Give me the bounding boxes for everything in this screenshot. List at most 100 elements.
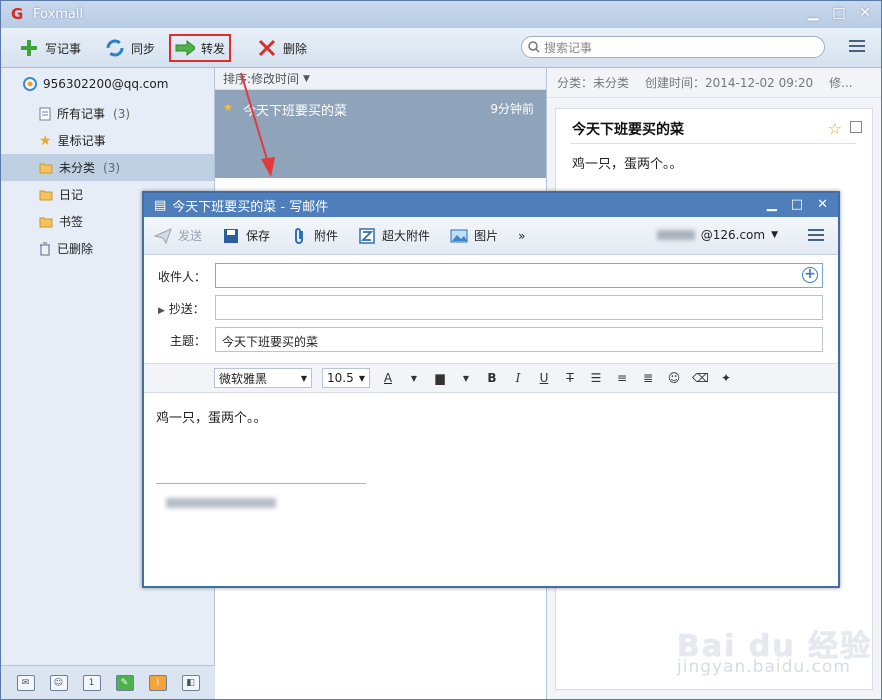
numbered-list-icon[interactable]: ≡	[614, 371, 630, 385]
main-menu-icon[interactable]	[849, 40, 865, 54]
preview-title: 今天下班要买的菜	[572, 122, 684, 138]
close-button[interactable]: ✕	[817, 197, 828, 212]
compose-body-editor[interactable]: 鸡一只，蛋两个。。	[144, 393, 838, 573]
sidebar-item-label: 书签	[59, 215, 84, 229]
search-placeholder: 搜索记事	[544, 40, 593, 55]
compose-title: 今天下班要买的菜 - 写邮件	[172, 199, 329, 215]
sidebar-item-starred[interactable]: ★ 星标记事	[1, 127, 214, 154]
account-item[interactable]: 956302200@qq.com	[1, 68, 214, 100]
sidebar-item-count: (3)	[113, 106, 131, 121]
search-input[interactable]: 搜索记事	[521, 36, 825, 58]
image-button[interactable]: 图片	[450, 227, 498, 245]
align-icon[interactable]: ≣	[640, 371, 656, 385]
to-label: 收件人：	[158, 270, 207, 284]
image-label: 图片	[474, 229, 499, 243]
forward-button[interactable]: 转发	[169, 34, 232, 62]
feature-module-icon[interactable]: ◧	[181, 674, 200, 691]
document-icon: ▤	[154, 197, 167, 213]
plus-icon	[19, 38, 39, 58]
emoji-icon[interactable]: ☺	[666, 371, 682, 385]
sender-name-redacted	[656, 230, 695, 240]
sender-domain: @126.com	[700, 228, 766, 242]
compose-toolbar: 发送 保存 附件 超大附件 图片 » @126.com ▼	[144, 217, 838, 255]
chevron-down-icon[interactable]: ▼	[406, 374, 422, 383]
mail-module-icon[interactable]: ✉	[16, 674, 35, 691]
save-button[interactable]: 保存	[222, 227, 270, 245]
preview-more: 修...	[829, 76, 853, 90]
chevron-down-icon[interactable]: ▼	[458, 374, 474, 383]
clear-format-icon[interactable]: ⌫	[692, 371, 709, 385]
sender-account-dropdown[interactable]: @126.com ▼	[656, 228, 778, 242]
delete-button[interactable]: 删除	[257, 35, 307, 61]
more-tools-button[interactable]: »	[518, 229, 525, 243]
sync-icon	[105, 38, 125, 58]
divider	[570, 143, 856, 144]
notes-module-icon[interactable]: ✎	[115, 674, 134, 691]
compose-menu-icon[interactable]	[808, 229, 824, 243]
big-attach-button[interactable]: 超大附件	[358, 227, 430, 245]
highlight-color-icon[interactable]: ▆	[432, 371, 448, 385]
foxmail-window: G Foxmail ▁ □ ✕ 写记事 同步 转发 删除 搜索记事 956302…	[0, 0, 882, 700]
contacts-module-icon[interactable]: ☺	[49, 674, 68, 691]
subject-label: 主题：	[170, 334, 207, 348]
star-icon[interactable]: ☆	[828, 119, 842, 138]
font-size-select[interactable]: 10.5 ▼	[322, 368, 370, 388]
trash-icon	[40, 242, 50, 255]
compose-title-bar: ▤ 今天下班要买的菜 - 写邮件 ▁ □ ✕	[144, 193, 838, 217]
cc-label[interactable]: ▶ 抄送：	[158, 300, 205, 317]
sidebar-item-all-notes[interactable]: 所有记事 (3)	[1, 100, 214, 127]
compose-body-text: 鸡一只，蛋两个。。	[156, 411, 267, 426]
strikethrough-icon[interactable]: T	[562, 371, 578, 385]
send-plane-icon	[154, 227, 172, 245]
send-button[interactable]: 发送	[154, 227, 202, 245]
minimize-button[interactable]: ▁	[805, 5, 821, 21]
forward-arrow-icon	[175, 38, 195, 58]
compose-window: ▤ 今天下班要买的菜 - 写邮件 ▁ □ ✕ 发送 保存 附件 超大附件 图片 …	[142, 191, 840, 588]
sidebar-item-label: 已删除	[57, 242, 94, 256]
floppy-icon	[222, 227, 240, 245]
cc-field[interactable]	[215, 295, 823, 320]
bold-icon[interactable]: B	[484, 371, 500, 385]
subject-row: 主题： 今天下班要买的菜	[144, 323, 838, 355]
preview-category: 分类：未分类	[557, 76, 630, 90]
underline-icon[interactable]: U	[536, 371, 552, 385]
rss-module-icon[interactable]: )	[148, 674, 167, 691]
sidebar-item-uncategorized[interactable]: 未分类 (3)	[1, 154, 214, 181]
paperclip-icon	[290, 227, 308, 245]
font-family-value: 微软雅黑	[219, 371, 268, 386]
sidebar-item-label: 星标记事	[57, 134, 106, 148]
to-row: 收件人： +	[144, 259, 838, 291]
write-note-button[interactable]: 写记事	[19, 35, 81, 61]
minimize-button[interactable]: ▁	[767, 197, 777, 212]
calendar-module-icon[interactable]: 1	[82, 674, 101, 691]
to-field[interactable]: +	[215, 263, 823, 288]
bullet-list-icon[interactable]: ☰	[588, 371, 604, 385]
subject-field[interactable]: 今天下班要买的菜	[215, 327, 823, 352]
chevron-down-icon: ▼	[303, 73, 310, 84]
magic-wand-icon[interactable]: ✦	[718, 371, 734, 385]
chevron-down-icon: ▼	[358, 373, 365, 383]
font-family-select[interactable]: 微软雅黑 ▼	[214, 368, 312, 388]
forward-label: 转发	[201, 41, 226, 56]
star-icon: ★	[39, 132, 52, 149]
add-recipient-icon[interactable]: +	[802, 267, 818, 283]
sidebar-item-label: 所有记事	[57, 107, 106, 121]
italic-icon[interactable]: I	[510, 371, 526, 385]
sync-button[interactable]: 同步	[105, 35, 155, 61]
maximize-button[interactable]: □	[791, 197, 803, 212]
sidebar-item-count: (3)	[103, 160, 121, 175]
copy-icon[interactable]	[850, 121, 862, 133]
attach-button[interactable]: 附件	[290, 227, 338, 245]
maximize-button[interactable]: □	[831, 5, 847, 21]
close-button[interactable]: ✕	[857, 5, 873, 21]
font-color-icon[interactable]: A	[380, 371, 396, 385]
watermark-url: jingyan.baidu.com	[677, 657, 851, 677]
preview-created: 创建时间：2014-12-02 09:20	[645, 76, 814, 90]
signature-divider	[156, 483, 366, 484]
folder-icon	[39, 190, 53, 200]
sidebar-item-label: 未分类	[59, 161, 96, 175]
star-icon[interactable]: ★	[223, 101, 233, 114]
write-note-label: 写记事	[45, 41, 82, 56]
save-label: 保存	[246, 229, 271, 243]
list-item-time: 9分钟前	[490, 102, 534, 116]
